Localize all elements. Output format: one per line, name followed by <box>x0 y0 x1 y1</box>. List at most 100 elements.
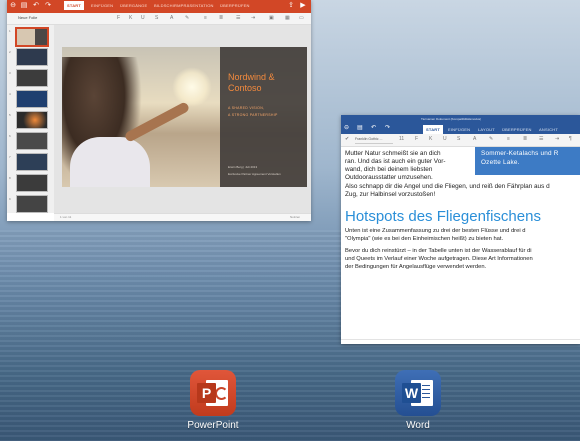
word-app-icon[interactable]: W <box>395 370 441 416</box>
new-slide-button[interactable]: Neue Folie <box>18 15 37 20</box>
word-document-body[interactable]: Sommer-Ketalachs und R Ozette Lake. Mutt… <box>341 147 580 344</box>
indent-icon[interactable]: ⇥ <box>555 136 559 142</box>
thumb-number: 8 <box>9 176 11 180</box>
paragraph-line: ran. Und das ist auch ein guter Vor- <box>345 158 446 165</box>
paragraph-line: der Bedingungen für Angelausflüge verwen… <box>345 264 487 270</box>
powerpoint-window[interactable]: ⊖ ▤ ↶ ↷ START EINFÜGEN ÜBERGÄNGE BILDSCH… <box>7 0 311 221</box>
font-size-icon[interactable]: A <box>170 15 173 21</box>
paragraph-line: Bevor du dich reinstürzt – in der Tabell… <box>345 248 532 254</box>
paragraph-line: wand, dich bei deinem liebsten <box>345 166 433 173</box>
thumb-number: 7 <box>9 155 11 159</box>
slide-thumbnail[interactable] <box>16 174 48 192</box>
sidebar-text-line: Ozette Lake. <box>481 159 520 166</box>
word-title-bar: Tiernamen Dokument (Kompatibilitätsmodus… <box>341 115 580 134</box>
font-name-select[interactable]: Franklin Gothic ... <box>355 137 393 144</box>
bullets-icon[interactable]: ≡ <box>507 136 510 142</box>
word-logo-icon: W <box>402 383 421 403</box>
slide-photo-shirt <box>70 137 150 187</box>
italic-icon[interactable]: K <box>129 15 132 21</box>
tab-view[interactable]: ANSICHT <box>539 127 558 132</box>
indent-icon[interactable]: ⇥ <box>251 15 255 21</box>
numbering-icon[interactable]: ≣ <box>523 136 527 142</box>
tab-review[interactable]: ÜBERPRÜFEN <box>220 3 250 8</box>
textbox-icon[interactable]: ▭ <box>299 15 304 21</box>
font-color-icon[interactable]: A <box>473 136 476 142</box>
slide-title-panel: Nordwind & Contoso A SHARED VISION, A ST… <box>220 47 307 187</box>
slide-thumbnail[interactable] <box>16 195 48 213</box>
paragraph-line: Unten ist eine Zusammenfassung zu drei d… <box>345 228 526 234</box>
word-ribbon: ✔ Franklin Gothic ... 11 F K U S A ✎ ≡ ≣… <box>341 134 580 147</box>
thumb-number: 1 <box>9 29 11 33</box>
styles-icon[interactable]: ¶ <box>569 136 572 142</box>
thumb-number: 3 <box>9 71 11 75</box>
tab-insert[interactable]: EINFÜGEN <box>91 3 113 8</box>
slide-thumbnail[interactable] <box>16 153 48 171</box>
slide-canvas[interactable]: Nordwind & Contoso A SHARED VISION, A ST… <box>54 25 311 213</box>
strikethrough-icon[interactable]: S <box>457 136 460 142</box>
powerpoint-app-label[interactable]: PowerPoint <box>173 420 253 431</box>
file-icon[interactable]: ▤ <box>357 124 363 132</box>
thumb-number: 6 <box>9 134 11 138</box>
powerpoint-app-icon[interactable]: P <box>190 370 236 416</box>
highlight-icon[interactable]: ✎ <box>185 15 189 21</box>
slide-counter: 1 von 11 <box>60 215 72 219</box>
align-icon[interactable]: ☰ <box>539 136 543 142</box>
text-lines-icon <box>422 385 430 401</box>
play-icon[interactable]: ▶ <box>299 2 307 10</box>
page-divider <box>341 339 580 344</box>
underline-icon[interactable]: U <box>443 136 447 142</box>
slide-thumbnail[interactable] <box>15 27 49 47</box>
redo-icon[interactable]: ↷ <box>44 2 52 10</box>
share-icon[interactable]: ⇪ <box>287 2 295 10</box>
bullets-icon[interactable]: ≡ <box>204 15 207 21</box>
slide-thumbnail[interactable] <box>16 111 48 129</box>
slide-subtitle[interactable]: A SHARED VISION, A STRONG PARTNERSHIP <box>228 105 278 119</box>
highlight-icon[interactable]: ✎ <box>489 136 493 142</box>
italic-icon[interactable]: K <box>429 136 432 142</box>
slide-title-line: Contoso <box>228 83 262 93</box>
paragraph-line: Mutter Natur schmeißt sie an dich <box>345 150 441 157</box>
slide-thumbnail[interactable] <box>16 69 48 87</box>
slide-title[interactable]: Nordwind & Contoso <box>228 72 275 94</box>
slide-thumbnail[interactable] <box>16 48 48 66</box>
slide-subtitle-line: A SHARED VISION, <box>228 106 265 110</box>
slide-thumbnail[interactable] <box>16 132 48 150</box>
back-icon[interactable]: ⊖ <box>9 2 17 10</box>
clear-format-icon[interactable]: ✔ <box>345 136 349 142</box>
tab-start[interactable]: START <box>64 1 85 10</box>
tab-transitions[interactable]: ÜBERGÄNGE <box>120 3 147 8</box>
align-icon[interactable]: ☰ <box>236 15 240 21</box>
paragraph-line: Zug, zur Halbinsel vorzustoßen! <box>345 191 436 198</box>
file-icon[interactable]: ▤ <box>20 2 28 10</box>
sidebar-textbox[interactable]: Sommer-Ketalachs und R Ozette Lake. <box>475 147 580 175</box>
tab-layout[interactable]: LAYOUT <box>478 127 495 132</box>
arrange-icon[interactable]: ▦ <box>285 15 290 21</box>
paragraph-line: Outdoorausstatter umzusehen. <box>345 174 433 181</box>
tab-start[interactable]: START <box>423 125 444 134</box>
font-icon[interactable]: F <box>117 15 120 21</box>
current-slide[interactable]: Nordwind & Contoso A SHARED VISION, A ST… <box>62 47 307 187</box>
word-window[interactable]: Tiernamen Dokument (Kompatibilitätsmodus… <box>341 115 580 344</box>
word-app-label[interactable]: Word <box>378 420 458 431</box>
slide-thumbnails-pane: 1 2 3 4 5 6 7 8 9 <box>7 25 54 213</box>
tab-insert[interactable]: EINFÜGEN <box>448 127 470 132</box>
redo-icon[interactable]: ↷ <box>385 124 390 132</box>
numbering-icon[interactable]: ≣ <box>219 15 223 21</box>
tab-slideshow[interactable]: BILDSCHIRMPRÄSENTATION <box>154 3 214 8</box>
font-size-select[interactable]: 11 <box>399 136 404 142</box>
bold-icon[interactable]: F <box>415 136 418 142</box>
strikethrough-icon[interactable]: S <box>155 15 158 21</box>
notes-button[interactable]: Notizen <box>290 215 300 219</box>
sidebar-text-line: Sommer-Ketalachs und R <box>481 150 559 157</box>
tab-review[interactable]: ÜBERPRÜFEN <box>502 127 532 132</box>
undo-icon[interactable]: ↶ <box>371 124 376 132</box>
undo-icon[interactable]: ↶ <box>32 2 40 10</box>
underline-icon[interactable]: U <box>141 15 145 21</box>
slide-footer-author: Erwin Berg | Juli 2013 <box>228 165 258 169</box>
slide-thumbnail[interactable] <box>16 90 48 108</box>
shapes-icon[interactable]: ▣ <box>269 15 274 21</box>
thumb-number: 5 <box>9 113 11 117</box>
back-icon[interactable]: ⊖ <box>344 124 349 132</box>
pie-chart-icon <box>215 387 228 400</box>
powerpoint-status-bar: 1 von 11 Notizen <box>54 213 311 221</box>
